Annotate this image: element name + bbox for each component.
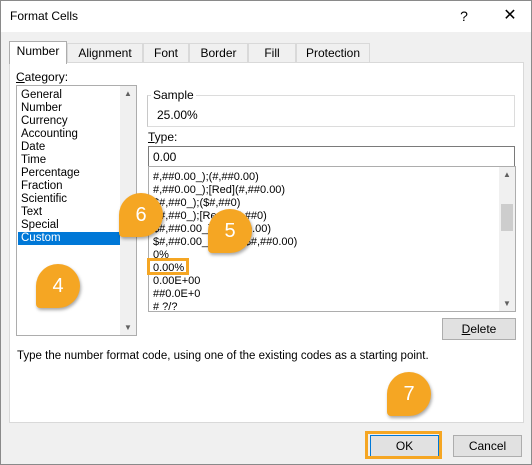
sample-label: Sample	[151, 88, 196, 102]
cancel-button[interactable]: Cancel	[453, 435, 522, 457]
close-icon[interactable]: ✕	[498, 5, 522, 27]
category-item-custom[interactable]: Custom	[18, 232, 121, 245]
category-item-percentage[interactable]: Percentage	[18, 167, 121, 180]
format-item[interactable]: 0.00E+00	[153, 275, 200, 288]
scroll-down-icon[interactable]: ▼	[120, 320, 136, 335]
sample-group	[147, 95, 515, 127]
scroll-down-icon[interactable]: ▼	[499, 296, 515, 311]
format-list-scrollbar[interactable]: ▲ ▼	[499, 167, 515, 311]
category-item-date[interactable]: Date	[18, 141, 121, 154]
format-code-list[interactable]: #,##0.00_);(#,##0.00) #,##0.00_);[Red](#…	[148, 166, 516, 312]
type-input[interactable]	[148, 146, 515, 167]
category-item-text[interactable]: Text	[18, 206, 121, 219]
callout-badge: 4	[36, 264, 80, 308]
ok-highlight-box	[365, 431, 442, 459]
tab-alignment[interactable]: Alignment	[67, 43, 143, 63]
category-item-time[interactable]: Time	[18, 154, 121, 167]
tab-border[interactable]: Border	[189, 43, 248, 63]
callout-badge: 6	[119, 193, 163, 237]
type-label: Type:	[148, 130, 178, 144]
category-item-special[interactable]: Special	[18, 219, 121, 232]
format-item[interactable]: ##0.0E+0	[153, 288, 200, 301]
dialog-title: Format Cells	[10, 9, 79, 23]
format-cells-dialog: Format Cells ? ✕ Number Alignment Font B…	[0, 0, 532, 465]
tab-number[interactable]: Number	[9, 41, 67, 64]
tab-font[interactable]: Font	[143, 43, 189, 63]
delete-button[interactable]: Delete	[442, 318, 516, 340]
help-icon[interactable]: ?	[453, 5, 475, 27]
category-item-fraction[interactable]: Fraction	[18, 180, 121, 193]
category-item-scientific[interactable]: Scientific	[18, 193, 121, 206]
format-item[interactable]: $#,##0_);($#,##0)	[153, 197, 240, 210]
category-item-general[interactable]: General	[18, 89, 121, 102]
category-item-number[interactable]: Number	[18, 102, 121, 115]
format-item[interactable]: # ?/?	[153, 301, 177, 311]
category-label: Category:	[16, 70, 69, 84]
scroll-up-icon[interactable]: ▲	[120, 86, 136, 101]
callout-badge: 5	[208, 209, 252, 253]
sample-value: 25.00%	[157, 108, 198, 122]
tab-protection[interactable]: Protection	[296, 43, 370, 63]
title-bar: Format Cells ? ✕	[1, 1, 531, 32]
tab-fill[interactable]: Fill	[248, 43, 296, 63]
scroll-thumb[interactable]	[501, 204, 513, 231]
callout-badge: 7	[387, 372, 431, 416]
scroll-up-icon[interactable]: ▲	[499, 167, 515, 182]
format-highlight-box	[147, 258, 189, 275]
category-item-currency[interactable]: Currency	[18, 115, 121, 128]
help-text: Type the number format code, using one o…	[17, 350, 429, 362]
format-item[interactable]: #,##0.00_);[Red](#,##0.00)	[153, 184, 285, 197]
format-item[interactable]: #,##0.00_);(#,##0.00)	[153, 171, 259, 184]
category-item-accounting[interactable]: Accounting	[18, 128, 121, 141]
